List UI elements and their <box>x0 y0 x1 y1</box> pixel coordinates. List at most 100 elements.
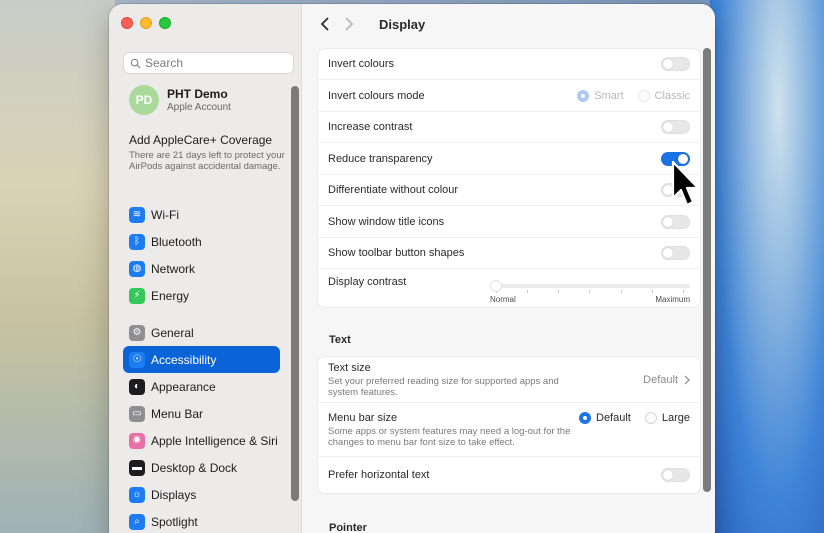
invert-colours-toggle[interactable] <box>661 57 690 71</box>
sidebar-group-network: ≋ Wi-Fi ᛒ Bluetooth ◍ Network ⚡ Energy <box>123 201 280 309</box>
row-differentiate: Differentiate without colour <box>318 175 700 206</box>
main-pane: Display Invert colours Invert colours mo… <box>303 4 715 533</box>
sidebar-item-appearance[interactable]: ◐ Appearance <box>123 373 280 400</box>
sidebar-item-label: General <box>151 325 194 340</box>
sidebar-item-label: Appearance <box>151 379 216 394</box>
sidebar-item-general[interactable]: ⚙ General <box>123 319 280 346</box>
invert-mode-options: Smart Classic <box>577 89 690 102</box>
radio-smart[interactable] <box>577 89 590 102</box>
prefer-horizontal-toggle[interactable] <box>661 468 690 482</box>
text-size-value-label: Default <box>643 373 678 386</box>
sidebar-item-desktop-dock[interactable]: ▬ Desktop & Dock <box>123 454 280 481</box>
menu-bar-default[interactable]: Default <box>579 412 631 424</box>
text-size-value[interactable]: Default <box>643 374 690 386</box>
increase-contrast-label: Increase contrast <box>328 121 413 133</box>
sidebar-item-energy[interactable]: ⚡ Energy <box>123 282 280 309</box>
text-group: Text size Set your preferred reading siz… <box>317 356 701 494</box>
applecare-title: Add AppleCare+ Coverage <box>129 133 273 147</box>
settings-content: Invert colours Invert colours mode Smart… <box>317 48 701 533</box>
pointer-section-heading: Pointer <box>329 522 367 533</box>
radio-default[interactable] <box>579 412 591 424</box>
search-placeholder: Search <box>145 56 184 70</box>
slider-min-label: Normal <box>490 295 516 304</box>
chevron-right-icon <box>684 375 690 384</box>
back-button[interactable] <box>313 14 337 34</box>
reduce-transparency-label: Reduce transparency <box>328 152 433 165</box>
row-text-size[interactable]: Text size Set your preferred reading siz… <box>318 357 700 403</box>
sidebar-item-label: Desktop & Dock <box>151 460 238 475</box>
invert-mode-smart[interactable]: Smart <box>577 89 624 102</box>
text-section-heading: Text <box>329 334 351 346</box>
applecare-promo[interactable]: Add AppleCare+ Coverage There are 21 day… <box>129 133 289 172</box>
forward-button[interactable] <box>337 14 361 34</box>
row-prefer-horizontal: Prefer horizontal text <box>318 457 700 493</box>
search-icon <box>130 58 141 69</box>
sidebar-item-label: Spotlight <box>151 514 198 529</box>
row-increase-contrast: Increase contrast <box>318 112 700 143</box>
sidebar-item-apple-intelligence-siri[interactable]: ✺ Apple Intelligence & Siri <box>123 427 280 454</box>
sidebar: Search PD PHT Demo Apple Account Add App… <box>109 4 302 533</box>
system-settings-window: Search PD PHT Demo Apple Account Add App… <box>109 4 715 533</box>
large-label: Large <box>661 412 690 424</box>
zoom-button[interactable] <box>159 17 171 29</box>
page-title: Display <box>379 16 426 32</box>
chevron-right-icon <box>345 17 354 31</box>
radio-large[interactable] <box>644 412 657 424</box>
sidebar-item-label: Menu Bar <box>151 406 204 421</box>
display-group: Invert colours Invert colours mode Smart… <box>317 48 701 308</box>
sidebar-item-label: Wi-Fi <box>151 207 179 222</box>
sidebar-item-menu-bar[interactable]: ▭ Menu Bar <box>123 400 280 427</box>
applecare-text: There are 21 days left to protect your A… <box>129 150 285 172</box>
appearance-icon: ◐ <box>129 378 145 395</box>
desktop-wallpaper-left <box>0 0 115 533</box>
account-row[interactable]: PD PHT Demo Apple Account <box>129 85 231 115</box>
menu-bar-large[interactable]: Large <box>644 412 690 424</box>
display-contrast-slider[interactable]: Normal Maximum <box>490 276 690 306</box>
radio-classic[interactable] <box>637 89 650 102</box>
window-title-icons-toggle[interactable] <box>661 214 690 229</box>
sidebar-item-displays[interactable]: ☼ Displays <box>123 481 280 508</box>
sidebar-item-wi-fi[interactable]: ≋ Wi-Fi <box>123 201 280 228</box>
sidebar-scrollbar[interactable] <box>291 86 299 501</box>
search-input[interactable]: Search <box>123 52 294 74</box>
row-display-contrast: Display contrast Normal Maximum <box>318 269 700 307</box>
wifi-icon: ≋ <box>129 206 145 223</box>
invert-mode-classic[interactable]: Classic <box>637 89 690 102</box>
toolbar-shapes-toggle[interactable] <box>661 246 690 260</box>
desktop-wallpaper-right <box>710 0 824 533</box>
sidebar-item-accessibility[interactable]: ☉ Accessibility <box>123 346 280 373</box>
text-size-label: Text size <box>328 361 371 374</box>
sidebar-item-network[interactable]: ◍ Network <box>123 255 280 282</box>
row-toolbar-shapes: Show toolbar button shapes <box>318 238 700 269</box>
sidebar-item-label: Apple Intelligence & Siri <box>151 433 278 448</box>
sidebar-item-spotlight[interactable]: ⌕ Spotlight <box>123 508 280 533</box>
row-invert-colours: Invert colours <box>318 49 700 80</box>
slider-knob[interactable] <box>490 280 502 292</box>
slider-labels: Normal Maximum <box>490 295 690 304</box>
sidebar-item-bluetooth[interactable]: ᛒ Bluetooth <box>123 228 280 255</box>
sidebar-item-label: Bluetooth <box>151 234 202 249</box>
minimize-button[interactable] <box>140 17 152 29</box>
close-button[interactable] <box>121 17 133 29</box>
slider-max-label: Maximum <box>655 295 690 304</box>
row-reduce-transparency: Reduce transparency <box>318 143 700 175</box>
invert-colours-label: Invert colours <box>328 58 395 70</box>
differentiate-label: Differentiate without colour <box>328 184 459 196</box>
text-size-description: Set your preferred reading size for supp… <box>328 375 559 398</box>
slider-track[interactable] <box>490 284 690 288</box>
sidebar-item-label: Network <box>151 261 196 276</box>
prefer-horizontal-label: Prefer horizontal text <box>328 469 430 481</box>
increase-contrast-toggle[interactable] <box>661 120 690 134</box>
sidebar-group-system: ⚙ General ☉ Accessibility ◐ Appearance ▭ Menu B… <box>123 319 280 533</box>
globe-icon: ◍ <box>129 260 145 277</box>
row-invert-mode: Invert colours mode Smart Classic <box>318 80 700 112</box>
sidebar-item-label: Displays <box>151 487 197 502</box>
siri-icon: ✺ <box>129 432 145 449</box>
account-subtitle: Apple Account <box>167 102 231 113</box>
spotlight-icon: ⌕ <box>129 513 145 530</box>
content-scrollbar[interactable] <box>703 48 711 492</box>
menu-bar-size-description: Some apps or system features may need a … <box>328 426 571 448</box>
display-contrast-label: Display contrast <box>328 276 407 288</box>
smart-label: Smart <box>594 89 624 102</box>
mouse-pointer-icon <box>671 160 700 207</box>
